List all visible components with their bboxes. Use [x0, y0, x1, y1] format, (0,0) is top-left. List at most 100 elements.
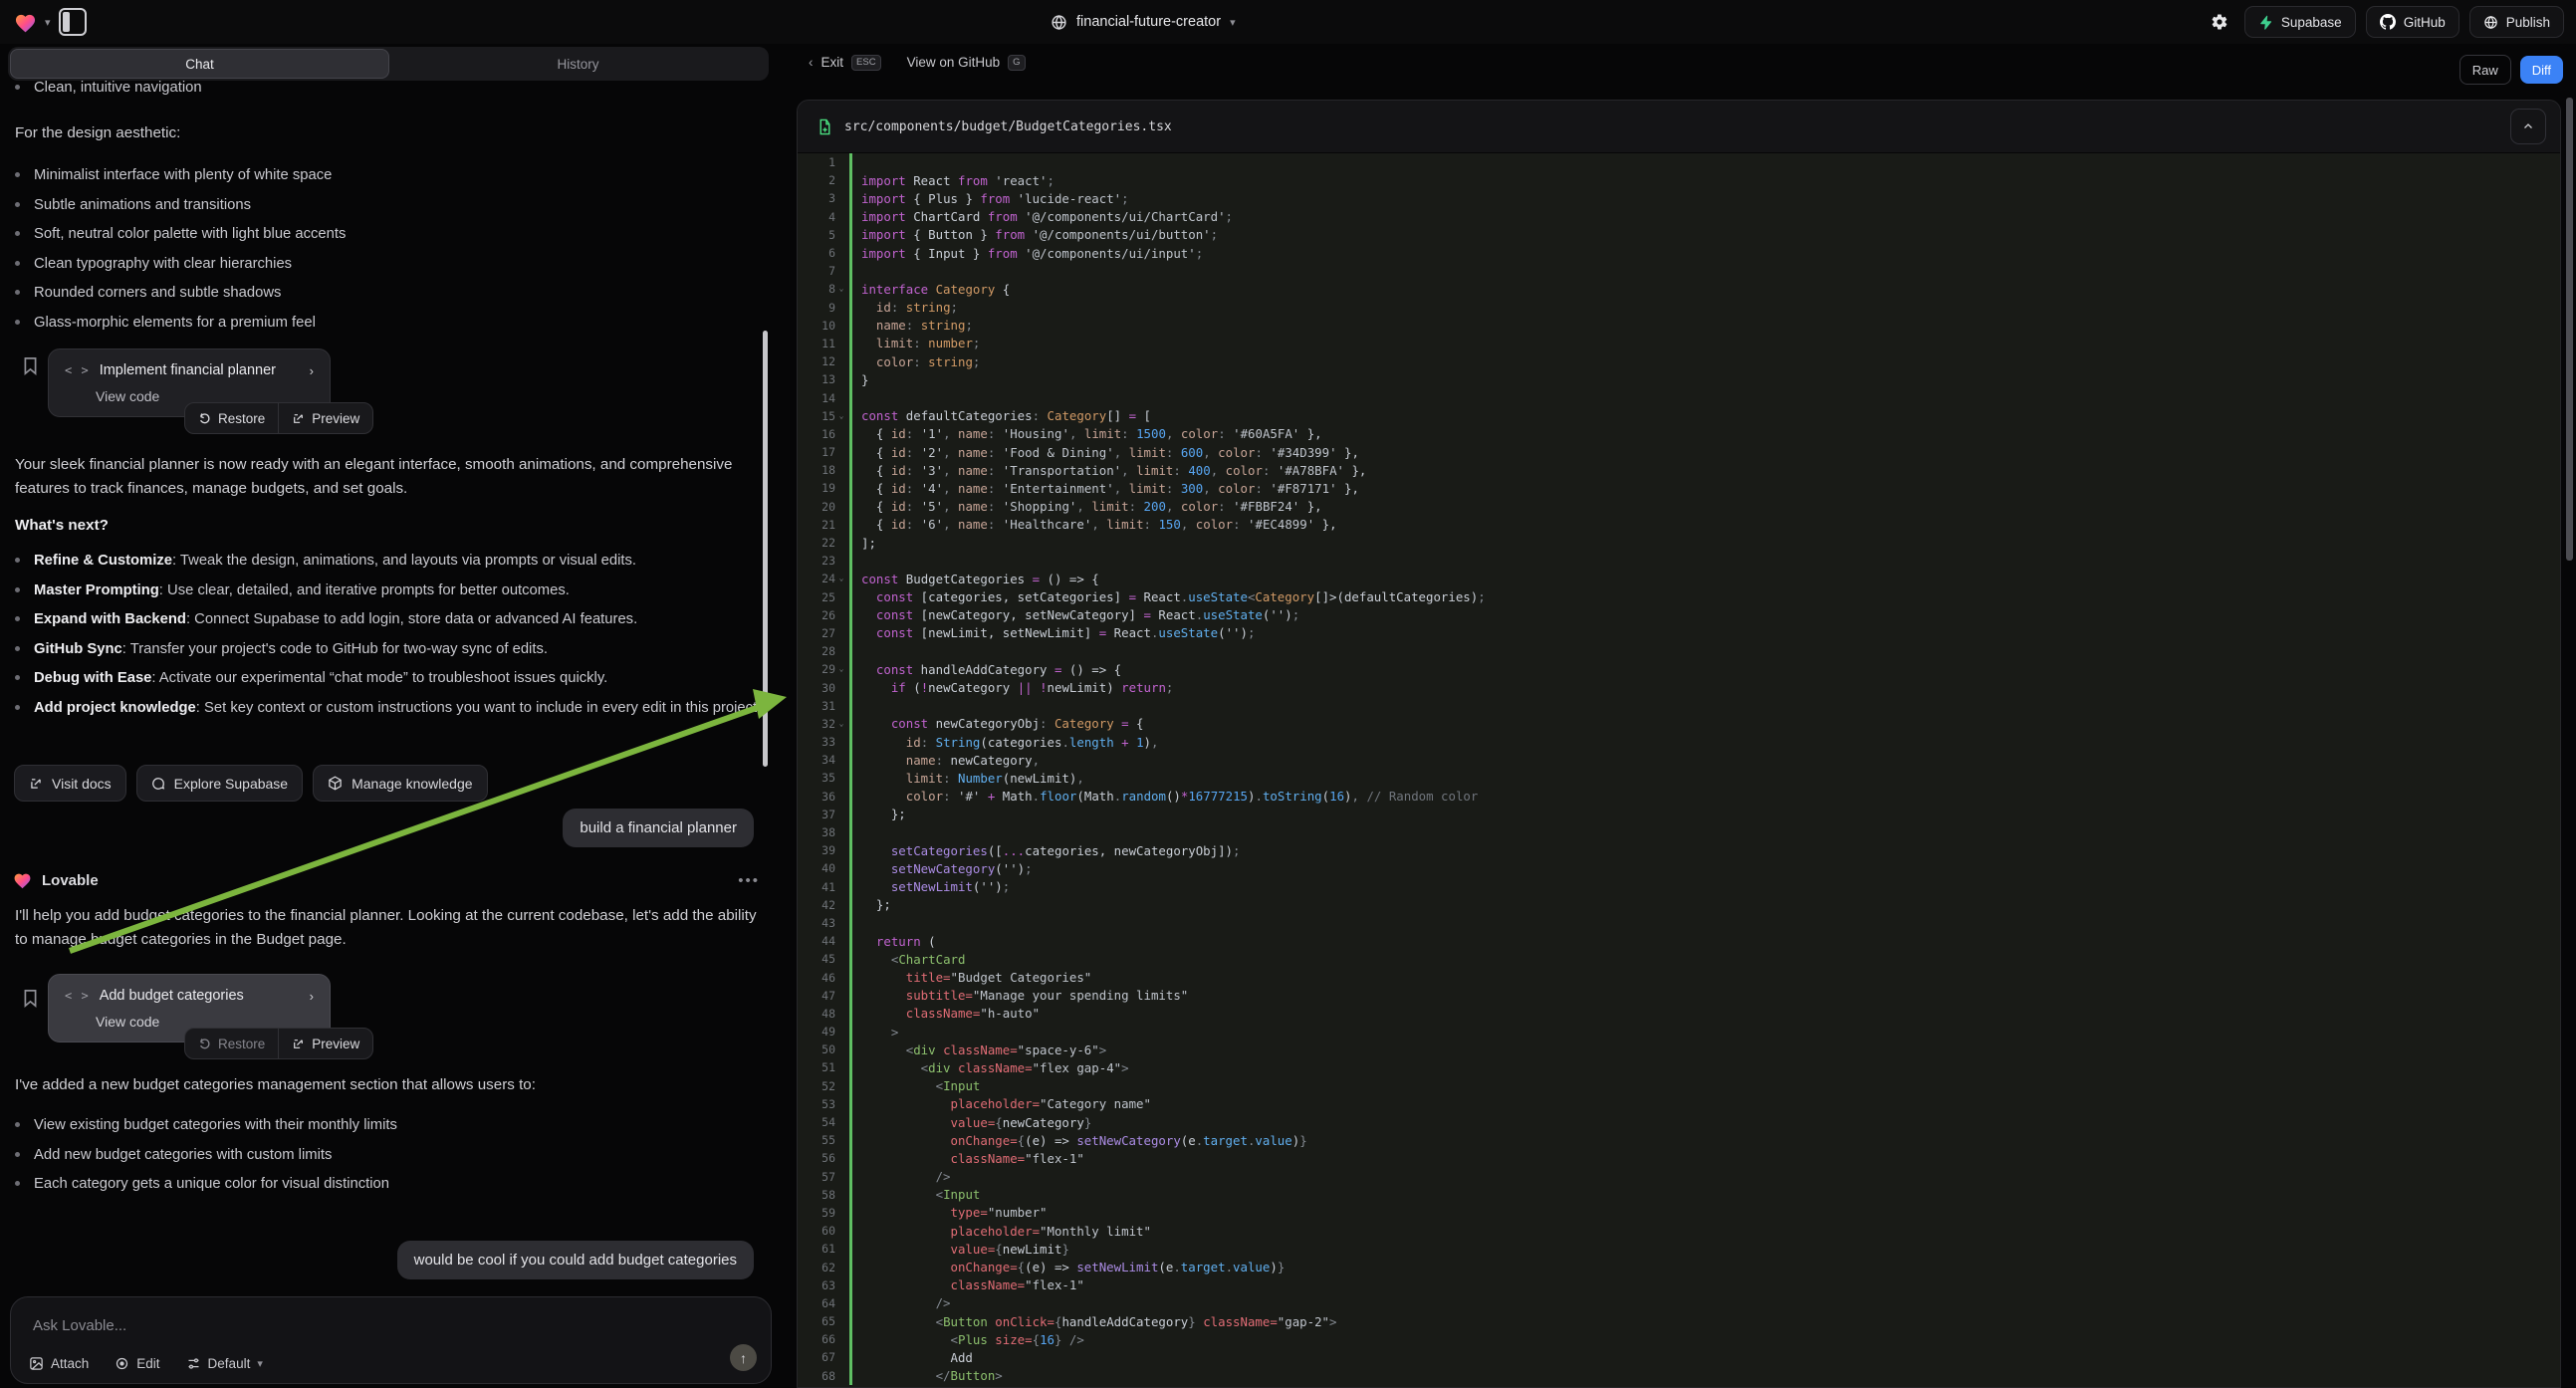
code-line: 52 <Input: [798, 1077, 2560, 1095]
code-line: 16 { id: '1', name: 'Housing', limit: 15…: [798, 425, 2560, 443]
code-line: 49 >: [798, 1023, 2560, 1041]
code-line: 40 setNewCategory('');: [798, 859, 2560, 877]
fold-chevron-icon[interactable]: ⌄: [835, 285, 847, 293]
preview-button[interactable]: Preview: [278, 403, 372, 433]
code-line: 35 limit: Number(newLimit),: [798, 769, 2560, 787]
edit-mode-button[interactable]: Edit: [115, 1356, 159, 1371]
package-box-icon: [328, 776, 343, 791]
publish-globe-icon: [2483, 15, 2498, 30]
file-header[interactable]: src/components/budget/BudgetCategories.t…: [798, 101, 2560, 153]
code-line: 56 className="flex-1": [798, 1149, 2560, 1167]
message-menu-button[interactable]: •••: [738, 872, 760, 889]
chat-scrollbar[interactable]: [763, 331, 768, 767]
code-line: 43: [798, 914, 2560, 932]
code-line: 32⌄ const newCategoryObj: Category = {: [798, 715, 2560, 733]
version-card-title: Implement financial planner: [100, 362, 276, 378]
fold-chevron-icon[interactable]: ⌄: [835, 412, 847, 420]
line-number: 27: [798, 626, 835, 640]
collapse-chevron-up-button[interactable]: [2510, 109, 2546, 144]
code-line: 62 onChange={(e) => setNewLimit(e.target…: [798, 1258, 2560, 1275]
code-line: 29⌄ const handleAddCategory = () => {: [798, 660, 2560, 678]
github-button[interactable]: GitHub: [2366, 6, 2459, 38]
diff-added-border: [849, 262, 852, 280]
list-item: Add new budget categories with custom li…: [3, 1147, 760, 1166]
line-number: 23: [798, 554, 835, 568]
code-line: 17 { id: '2', name: 'Food & Dining', lim…: [798, 443, 2560, 461]
line-number: 49: [798, 1025, 835, 1039]
diff-added-border: [849, 914, 852, 932]
fold-chevron-icon[interactable]: ⌄: [835, 720, 847, 728]
fold-chevron-icon[interactable]: ⌄: [835, 575, 847, 582]
list-item: Each category gets a unique color for vi…: [3, 1176, 760, 1195]
chat-panel: Chat History Clean, intuitive navigation…: [0, 0, 777, 1388]
line-number: 15: [798, 409, 835, 423]
code-line: 68 </Button>: [798, 1367, 2560, 1385]
restore-button[interactable]: Restore: [185, 1029, 278, 1058]
raw-toggle-button[interactable]: Raw: [2459, 55, 2511, 85]
view-on-github-button[interactable]: View on GitHub G: [907, 55, 1026, 71]
visit-docs-button[interactable]: Visit docs: [14, 765, 126, 802]
supabase-icon: [2258, 15, 2273, 30]
line-number: 4: [798, 210, 835, 224]
line-number: 53: [798, 1097, 835, 1111]
restore-button[interactable]: Restore: [185, 403, 278, 433]
exit-button[interactable]: ‹ Exit ESC: [809, 55, 881, 71]
supabase-button[interactable]: Supabase: [2244, 6, 2356, 38]
line-number: 48: [798, 1007, 835, 1021]
publish-button[interactable]: Publish: [2469, 6, 2564, 38]
line-number: 37: [798, 808, 835, 821]
restore-preview-pill: Restore Preview: [184, 1028, 373, 1059]
code-line: 11 limit: number;: [798, 335, 2560, 352]
code-line: 19 { id: '4', name: 'Entertainment', lim…: [798, 479, 2560, 497]
project-switcher[interactable]: financial-future-creator ▾: [1051, 0, 1236, 44]
bookmark-icon[interactable]: [22, 356, 39, 375]
line-number: 3: [798, 191, 835, 205]
line-number: 13: [798, 372, 835, 386]
code-line: 26 const [newCategory, setNewCategory] =…: [798, 606, 2560, 624]
fold-chevron-icon[interactable]: ⌄: [835, 665, 847, 673]
code-line: 44 return (: [798, 932, 2560, 950]
manage-knowledge-button[interactable]: Manage knowledge: [313, 765, 487, 802]
code-line: 38: [798, 823, 2560, 841]
settings-button[interactable]: [2205, 13, 2234, 31]
line-number: 44: [798, 934, 835, 948]
explore-supabase-button[interactable]: Explore Supabase: [136, 765, 303, 802]
model-selector[interactable]: Default ▾: [186, 1356, 263, 1371]
project-title: financial-future-creator: [1076, 14, 1221, 30]
line-number: 36: [798, 790, 835, 804]
code-line: 37 };: [798, 806, 2560, 823]
line-number: 11: [798, 337, 835, 350]
bookmark-icon[interactable]: [22, 989, 39, 1008]
send-button[interactable]: ↑: [730, 1344, 757, 1371]
line-number: 45: [798, 952, 835, 966]
code-line: 23: [798, 552, 2560, 570]
line-number: 61: [798, 1242, 835, 1256]
code-line: 22];: [798, 534, 2560, 552]
code-scrollbar[interactable]: [2566, 98, 2573, 561]
line-number: 1: [798, 155, 835, 169]
chat-input-box[interactable]: Ask Lovable... Attach Edit Default ▾ ↑: [10, 1296, 772, 1384]
code-line: 41 setNewLimit('');: [798, 878, 2560, 896]
diff-added-border: [849, 153, 852, 171]
assistant-header: Lovable •••: [13, 871, 760, 889]
list-item: Minimalist interface with plenty of whit…: [3, 167, 760, 186]
code-area[interactable]: 12import React from 'react';3import { Pl…: [798, 153, 2560, 1388]
line-number: 56: [798, 1151, 835, 1165]
code-line: 48 className="h-auto": [798, 1005, 2560, 1023]
bullet-list-scrolled: Clean, intuitive navigation: [3, 80, 760, 110]
external-link-icon: [29, 777, 43, 791]
line-number: 34: [798, 753, 835, 767]
preview-button[interactable]: Preview: [278, 1029, 372, 1058]
g-key-badge: G: [1008, 55, 1025, 71]
ready-paragraph: Your sleek financial planner is now read…: [15, 453, 760, 500]
attach-button[interactable]: Attach: [29, 1356, 89, 1371]
tab-chat[interactable]: Chat: [10, 49, 389, 79]
code-line: 65 <Button onClick={handleAddCategory} c…: [798, 1312, 2560, 1330]
whats-next-heading: What's next?: [15, 517, 109, 534]
diff-toggle-button[interactable]: Diff: [2520, 56, 2563, 84]
tab-history[interactable]: History: [389, 49, 767, 79]
lovable-heart-icon: [13, 871, 32, 889]
attach-image-icon: [29, 1356, 44, 1371]
restore-icon: [198, 1038, 211, 1050]
list-item: Clean, intuitive navigation: [3, 80, 760, 99]
